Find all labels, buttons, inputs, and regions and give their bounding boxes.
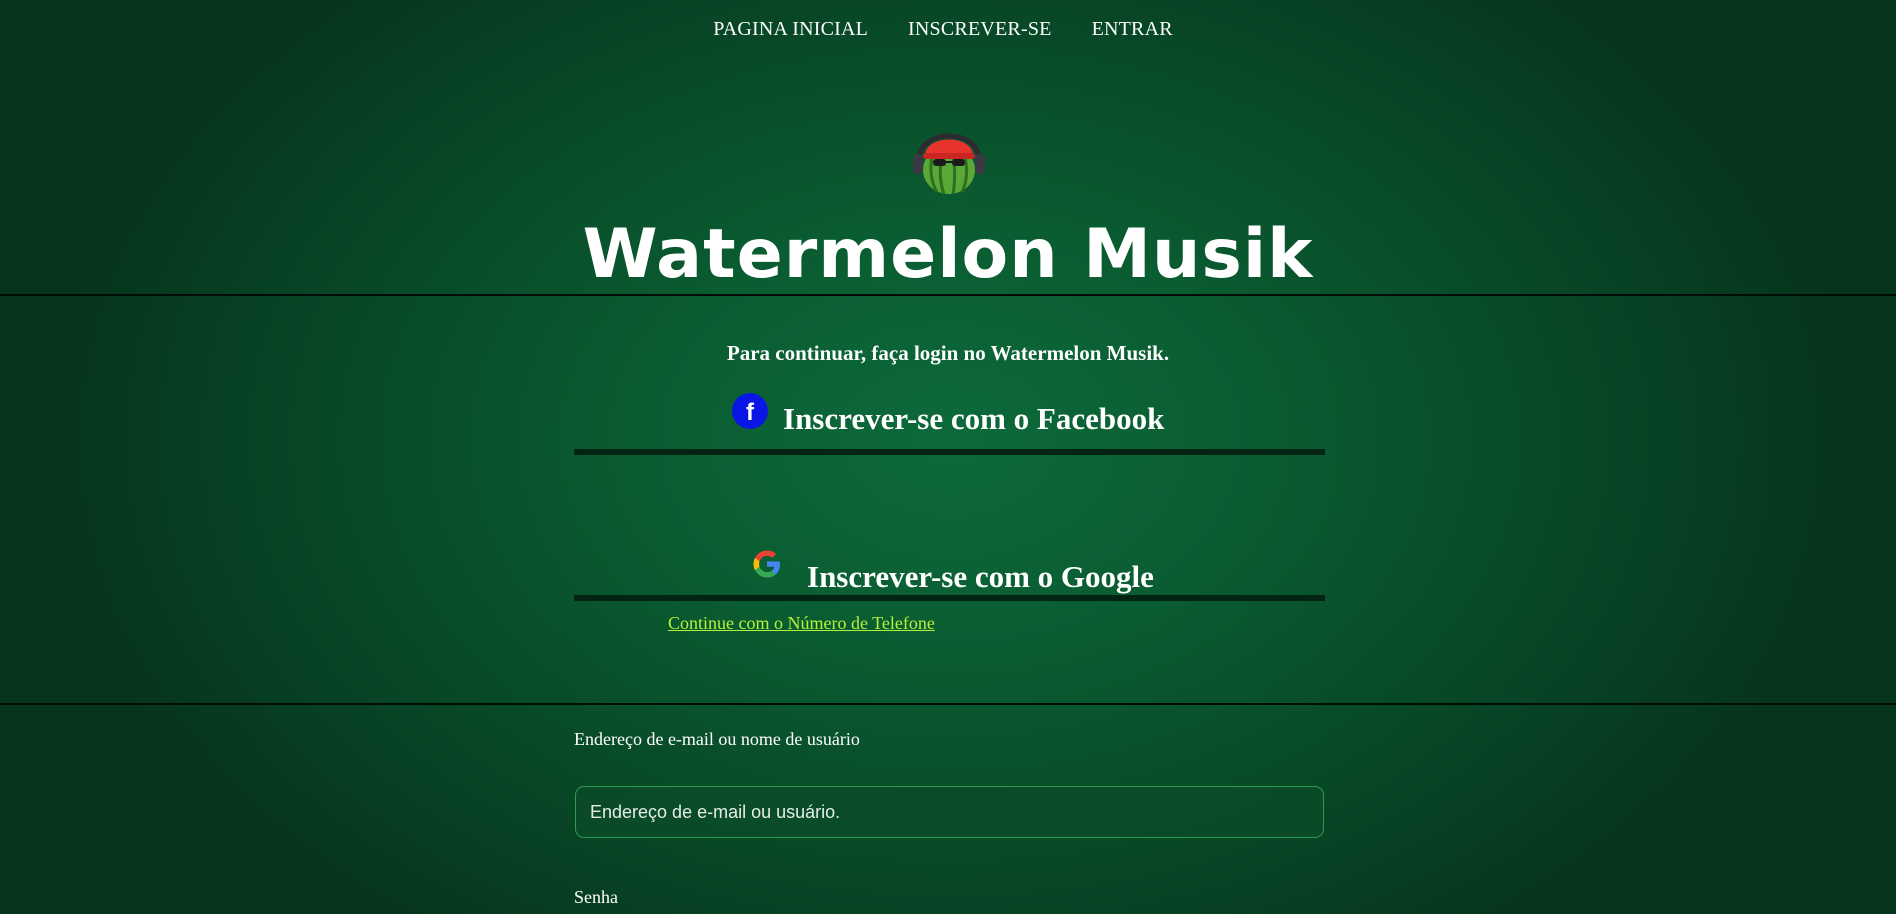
top-nav: PAGINA INICIAL INSCREVER-SE ENTRAR — [0, 18, 1896, 41]
nav-signup-link[interactable]: INSCREVER-SE — [908, 18, 1052, 41]
facebook-icon: f — [732, 393, 768, 429]
password-label: Senha — [574, 887, 618, 907]
facebook-underline — [574, 449, 1325, 455]
middle-divider — [0, 703, 1896, 705]
nav-home-link[interactable]: PAGINA INICIAL — [713, 18, 868, 41]
watermelon-logo-icon — [913, 133, 985, 195]
facebook-signup-label: Inscrever-se com o Facebook — [783, 401, 1165, 436]
email-field[interactable] — [575, 786, 1324, 838]
google-icon — [753, 550, 780, 578]
login-prompt: Para continuar, faça login no Watermelon… — [726, 341, 1170, 365]
phone-login-link[interactable]: Continue com o Número de Telefone — [668, 613, 935, 634]
google-signup-label: Inscrever-se com o Google — [807, 559, 1154, 594]
svg-text:f: f — [746, 399, 755, 426]
brand-title: Watermelon Musik — [582, 215, 1314, 294]
facebook-signup-button[interactable]: f Inscrever-se com o Facebook — [574, 392, 1325, 455]
nav-login-link[interactable]: ENTRAR — [1092, 18, 1173, 41]
google-underline — [574, 595, 1325, 601]
email-label: Endereço de e-mail ou nome de usuário — [574, 729, 860, 749]
google-signup-button[interactable]: Inscrever-se com o Google — [574, 544, 1325, 604]
top-divider — [0, 294, 1896, 296]
